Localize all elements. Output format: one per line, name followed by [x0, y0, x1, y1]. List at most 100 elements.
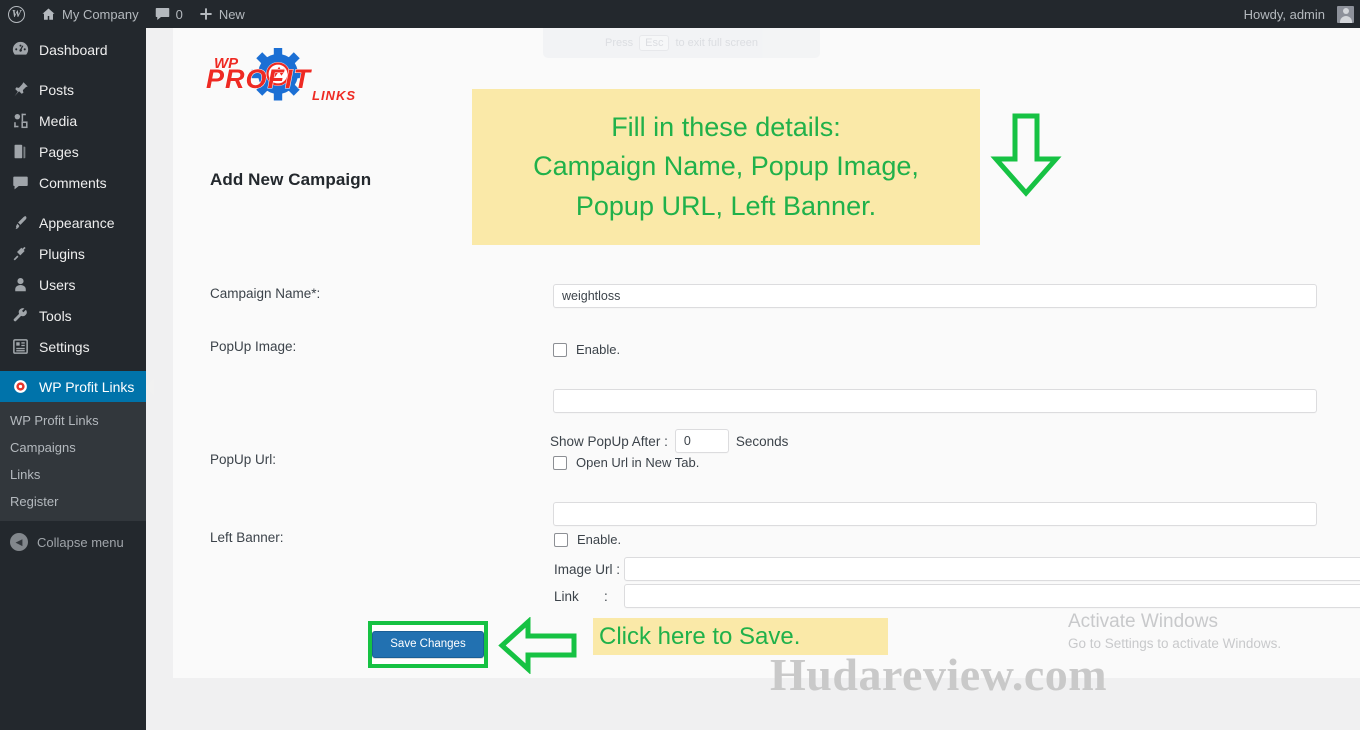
new-content-label: New	[218, 6, 245, 22]
sidebar-submenu-wp-profit-links[interactable]: WP Profit Links	[0, 407, 146, 434]
brush-icon	[10, 213, 30, 233]
screen-root: W My Company 0 New Howdy, admin Dashboar…	[0, 0, 1360, 730]
sidebar-item-tools[interactable]: Tools	[0, 300, 146, 331]
sidebar-item-label: Dashboard	[39, 41, 108, 58]
admin-sidebar-menu: Dashboard Posts Media Pages Comments App…	[0, 28, 154, 730]
callout-top-line3: Popup URL, Left Banner.	[575, 190, 877, 221]
howdy-label: Howdy, admin	[1243, 6, 1325, 22]
site-watermark: Hudareview.com	[770, 649, 1108, 700]
popup-url-input[interactable]	[553, 502, 1317, 526]
sidebar-item-comments[interactable]: Comments	[0, 167, 146, 198]
target-icon	[10, 377, 30, 397]
sidebar-submenu-register[interactable]: Register	[0, 488, 146, 515]
sidebar-divider	[0, 362, 146, 371]
left-banner-link-colon: :	[604, 588, 608, 604]
page-icon	[10, 142, 30, 162]
collapse-menu-label: Collapse menu	[37, 534, 124, 550]
sidebar-item-label: Appearance	[39, 214, 115, 231]
sidebar-item-settings[interactable]: Settings	[0, 331, 146, 362]
sidebar-item-pages[interactable]: Pages	[0, 136, 146, 167]
comments-count: 0	[175, 6, 183, 22]
left-banner-enable-checkbox[interactable]	[554, 532, 568, 547]
save-button-highlight: Save Changes	[368, 621, 488, 668]
sidebar-item-posts[interactable]: Posts	[0, 74, 146, 105]
sidebar-item-label: Plugins	[39, 245, 85, 262]
comment-icon	[10, 173, 30, 193]
popup-url-newtab-checkbox[interactable]	[553, 455, 567, 470]
popup-image-enable-row[interactable]: Enable.	[553, 342, 620, 357]
left-banner-enable-row[interactable]: Enable.	[554, 532, 621, 547]
left-banner-image-url-row: Image Url :	[554, 557, 1360, 581]
instruction-callout-save: Click here to Save.	[593, 618, 888, 655]
popup-url-newtab-row[interactable]: Open Url in New Tab.	[553, 455, 699, 470]
wordpress-logo-menu[interactable]: W	[0, 0, 33, 28]
sidebar-item-appearance[interactable]: Appearance	[0, 207, 146, 238]
wp-admin-bar: W My Company 0 New Howdy, admin	[0, 0, 1360, 28]
sidebar-item-label: Posts	[39, 81, 75, 98]
sidebar-divider	[0, 198, 146, 207]
left-banner-image-url-label: Image Url :	[554, 561, 621, 577]
my-account-menu[interactable]: Howdy, admin	[1236, 0, 1360, 28]
site-name-menu[interactable]: My Company	[33, 0, 147, 28]
sidebar-item-label: Comments	[39, 174, 107, 191]
sidebar-item-media[interactable]: Media	[0, 105, 146, 136]
toast-prefix: Press	[604, 37, 634, 49]
dashboard-icon	[10, 40, 30, 60]
left-banner-link-row: Link :	[554, 584, 1360, 608]
fullscreen-exit-toast: Press Esc to exit full screen	[543, 28, 820, 58]
popup-delay-input[interactable]	[674, 429, 729, 453]
sidebar-item-label: Settings	[39, 338, 90, 355]
plug-icon	[10, 244, 30, 264]
toast-suffix: to exit full screen	[675, 37, 758, 49]
popup-url-newtab-label: Open Url in New Tab.	[576, 455, 700, 470]
popup-delay-label: Show PopUp After :	[550, 433, 668, 449]
popup-delay-units: Seconds	[735, 433, 789, 449]
sidebar-item-label: Users	[39, 276, 76, 293]
sidebar-divider	[0, 65, 146, 74]
save-changes-button[interactable]: Save Changes	[372, 630, 484, 659]
left-banner-image-url-input[interactable]	[624, 557, 1360, 581]
chevron-left-icon: ◀	[10, 533, 28, 551]
popup-url-label: PopUp Url:	[210, 452, 277, 467]
sidebar-item-wp-profit-links[interactable]: WP Profit Links	[0, 371, 154, 402]
instruction-callout-top: Fill in these details: Campaign Name, Po…	[472, 89, 980, 245]
site-name-label: My Company	[62, 6, 139, 22]
wordpress-logo-icon: W	[8, 5, 25, 23]
popup-image-enable-label: Enable.	[576, 342, 621, 357]
sidebar-item-plugins[interactable]: Plugins	[0, 238, 146, 269]
plus-icon	[199, 7, 213, 21]
left-banner-link-label: Link	[554, 588, 579, 604]
arrow-down-icon	[990, 113, 1062, 197]
comment-icon	[155, 7, 170, 21]
new-content-menu[interactable]: New	[191, 0, 253, 28]
popup-delay-row: Show PopUp After : Seconds	[550, 429, 788, 453]
arrow-left-icon	[498, 617, 577, 674]
callout-top-line2: Campaign Name, Popup Image,	[533, 151, 919, 182]
wrench-icon	[10, 306, 30, 326]
left-banner-enable-label: Enable.	[577, 532, 622, 547]
pin-icon	[10, 80, 30, 100]
popup-image-label: PopUp Image:	[210, 339, 297, 354]
wp-profit-links-logo: WP PROFIT LINKS	[200, 47, 370, 105]
avatar	[1337, 5, 1354, 23]
page-title: Add New Campaign	[210, 170, 372, 189]
callout-top-line1: Fill in these details:	[611, 112, 841, 143]
sidebar-item-label: WP Profit Links	[39, 378, 135, 395]
user-icon	[10, 275, 30, 295]
left-banner-link-input[interactable]	[624, 584, 1360, 608]
collapse-menu-button[interactable]: ◀ Collapse menu	[0, 525, 146, 559]
left-banner-label: Left Banner:	[210, 530, 284, 545]
sidebar-item-dashboard[interactable]: Dashboard	[0, 34, 146, 65]
popup-image-enable-checkbox[interactable]	[553, 342, 567, 357]
sidebar-submenu: WP Profit Links Campaigns Links Register	[0, 402, 146, 521]
popup-image-url-input[interactable]	[553, 389, 1317, 413]
sidebar-submenu-campaigns[interactable]: Campaigns	[0, 434, 146, 461]
settings-icon	[10, 337, 30, 357]
callout-save-text: Click here to Save.	[599, 622, 801, 650]
sidebar-item-users[interactable]: Users	[0, 269, 146, 300]
comments-bubble[interactable]: 0	[147, 0, 191, 28]
svg-text:LINKS: LINKS	[312, 88, 356, 103]
campaign-name-input[interactable]	[553, 284, 1317, 308]
media-icon	[10, 111, 30, 131]
sidebar-submenu-links[interactable]: Links	[0, 461, 146, 488]
